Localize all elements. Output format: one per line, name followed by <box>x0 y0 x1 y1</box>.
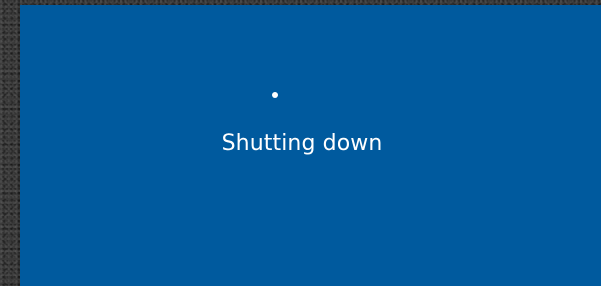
shutdown-status-text: Shutting down <box>221 131 383 156</box>
loading-spinner-icon <box>272 92 278 98</box>
shutdown-screen: Shutting down <box>20 5 601 286</box>
